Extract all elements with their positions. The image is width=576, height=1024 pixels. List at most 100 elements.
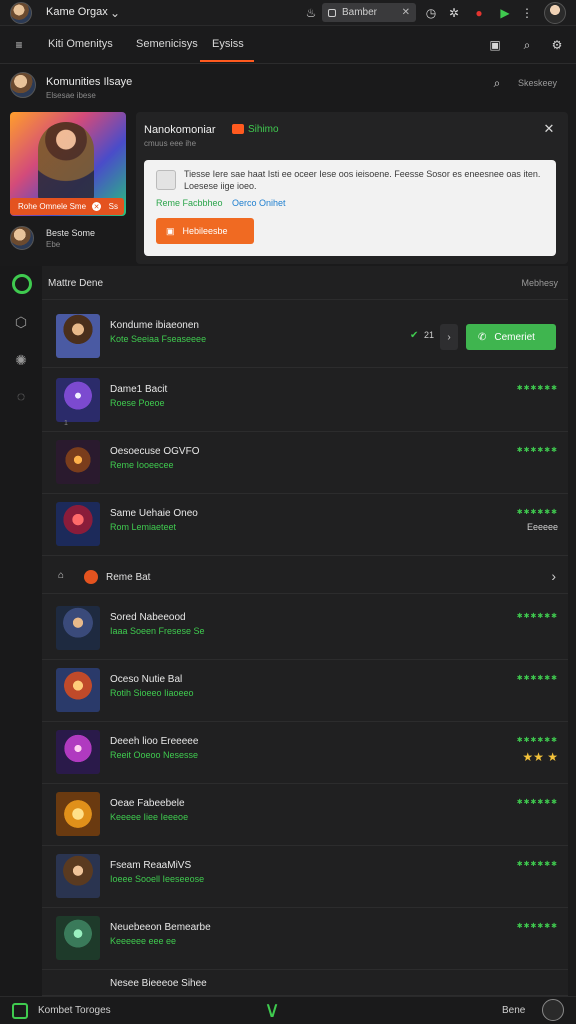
dialog-badge-icon <box>232 124 244 134</box>
list-item[interactable]: Nesee Bieeeoe Sihee <box>42 970 568 996</box>
search-icon[interactable]: ⌕ <box>488 74 506 92</box>
dialog-subtitle: cmuus eee ihe <box>144 139 197 148</box>
profile-avatar[interactable] <box>10 72 36 98</box>
chevron-right-icon[interactable]: › <box>551 568 556 584</box>
record-icon[interactable]: ● <box>470 4 488 22</box>
item-title: Sored Nabeeood <box>110 612 186 623</box>
dialog-link-right[interactable]: Oerco Onihet <box>232 198 286 208</box>
item-thumbnail <box>56 606 100 650</box>
cube-icon[interactable]: ⬡ <box>12 314 30 332</box>
camera-icon[interactable]: ▣ <box>486 36 504 54</box>
list-item[interactable]: Deeeh lioo Ereeeee Reeit Ooeoo Nesesse ✱… <box>42 722 568 784</box>
list-item[interactable]: Oesoecuse OGVFO Reme Iooeecee ✱✱✱✱✱✱ <box>42 432 568 494</box>
status-ring-icon[interactable] <box>12 274 32 294</box>
user-avatar[interactable] <box>544 2 566 24</box>
list-item[interactable]: Fseam ReaaMiVS Ioeee Sooell Ieeseeose ✱✱… <box>42 846 568 908</box>
dialog-quote: Tiesse Iere sae haat Isti ee oceer Iese … <box>156 168 546 200</box>
chevron-down-icon[interactable]: ∨ <box>264 997 280 1023</box>
dialog-quote-text: Tiesse Iere sae haat Isti ee oceer Iese … <box>184 169 541 191</box>
promo-button-label: Rohe Omnele Sme <box>18 202 87 211</box>
gold-stars: ★★ ★ <box>522 750 558 764</box>
search-icon[interactable]: ⌕ <box>518 36 536 54</box>
dialog-link-left[interactable]: Reme Facbbheo <box>156 198 223 208</box>
gear-icon[interactable]: ✲ <box>445 4 463 22</box>
footer-right-label[interactable]: Bene <box>502 1005 525 1016</box>
search-pill-icon <box>328 8 336 17</box>
list-item[interactable]: Kondume ibiaeonen Kote Seeiaa Fseaseeee … <box>42 306 568 368</box>
item-subtitle: Rom Lemiaeteet <box>110 522 177 532</box>
list-item[interactable]: Dame1 Bacit Roese Poeoe ✱✱✱✱✱✱ 1 <box>42 370 568 432</box>
side-user-avatar <box>10 226 34 250</box>
item-thumbnail <box>56 440 100 484</box>
list-item[interactable]: Same Uehaie Oneo Rom Lemiaeteet ✱✱✱✱✱✱ E… <box>42 494 568 556</box>
compass-icon[interactable]: ✺ <box>12 352 30 370</box>
promo-close-icon: ✕ <box>92 202 102 211</box>
connect-button[interactable]: ✆ Cemeriet <box>466 324 556 350</box>
list-item[interactable]: Oceso Nutie Bal Rotih Sioeeo Iiaoeeo ✱✱✱… <box>42 660 568 722</box>
tab-eysiss[interactable]: Eysiss <box>212 38 244 50</box>
rating-stars: ✱✱✱✱✱✱ <box>516 923 558 930</box>
dialog-content: Tiesse Iere sae haat Isti ee oceer Iese … <box>144 160 556 256</box>
close-icon[interactable]: ✕ <box>402 7 410 18</box>
chevron-down-icon[interactable]: ⌄ <box>106 4 124 22</box>
dialog-quote-icon <box>156 170 176 190</box>
top-bar: Kame Orgax ⌄ ♨ Bamber ✕ ◷ ✲ ● ▶ ⋮ <box>0 0 576 26</box>
promo-hero-image <box>38 122 94 202</box>
promo-button[interactable]: Rohe Omnele Sme ✕ Ss <box>10 198 124 215</box>
item-title: Dame1 Bacit <box>110 384 168 395</box>
rating-stars: ✱✱✱✱✱✱ <box>516 737 558 744</box>
list-item[interactable]: Sored Nabeeood Iaaa Soeen Fresese Se ✱✱✱… <box>42 598 568 660</box>
section1-right[interactable]: Mebhesy <box>521 278 558 288</box>
profile-subtitle: Elsesae ibese <box>46 91 96 100</box>
item-title: Kondume ibiaeonen <box>110 320 199 331</box>
stopwatch-icon[interactable]: ◷ <box>422 4 440 22</box>
account-name[interactable]: Kame Orgax <box>46 6 108 18</box>
side-user-name: Beste Some <box>46 228 96 238</box>
list-item[interactable]: Neuebeeon Bemearbe Keeeeee eee ee ✱✱✱✱✱✱ <box>42 908 568 970</box>
search-pill[interactable]: Bamber ✕ <box>322 3 416 22</box>
item-thumbnail <box>56 378 100 422</box>
rating-stars: ✱✱✱✱✱✱ <box>516 861 558 868</box>
list-item[interactable]: Oeae Fabeebele Keeeee Iiee Ieeeoe ✱✱✱✱✱✱ <box>42 784 568 846</box>
item-title: Oceso Nutie Bal <box>110 674 183 685</box>
section2-title: Reme Bat <box>106 572 151 583</box>
connect-button-label: Cemeriet <box>494 331 535 343</box>
gamepad-icon: ⌂ <box>58 570 65 581</box>
rating-stars: ✱✱✱✱✱✱ <box>516 447 558 454</box>
profile-right-label[interactable]: Skeskeey <box>518 78 557 88</box>
globe-icon[interactable]: ◌ <box>12 388 30 406</box>
account-avatar[interactable] <box>10 2 32 24</box>
side-user[interactable]: Beste Some Ebe <box>10 224 130 254</box>
dialog-close-icon[interactable]: ✕ <box>540 120 558 138</box>
next-icon[interactable]: › <box>440 324 458 350</box>
tab-kiti-omenitys[interactable]: Kiti Omenitys <box>48 38 113 50</box>
dialog-title: Nanokomoniar <box>144 124 216 136</box>
rating-stars: ✱✱✱✱✱✱ <box>516 385 558 392</box>
item-title: Nesee Bieeeoe Sihee <box>110 978 207 989</box>
check-icon: ✔ <box>410 330 419 341</box>
footer-app-icon[interactable] <box>12 1003 28 1019</box>
item-title: Deeeh lioo Ereeeee <box>110 736 199 747</box>
nav-bar: ≡ Kiti Omenitys Semenicisys Eysiss ▣ ⌕ ⚙ <box>0 26 576 64</box>
settings-icon[interactable]: ⚙ <box>548 36 566 54</box>
item-thumbnail <box>56 854 100 898</box>
profile-name: Komunities Ilsaye <box>46 76 133 88</box>
rating-stars: ✱✱✱✱✱✱ <box>516 613 558 620</box>
item-title: Oesoecuse OGVFO <box>110 446 200 457</box>
item-subtitle: Rotih Sioeeo Iiaoeeo <box>110 688 194 698</box>
tab-semenicisys[interactable]: Semenicisys <box>136 38 198 50</box>
item-title: Oeae Fabeebele <box>110 798 185 809</box>
footer-left-label[interactable]: Kombet Toroges <box>38 1005 111 1016</box>
play-icon[interactable]: ▶ <box>496 4 514 22</box>
menu-icon[interactable]: ≡ <box>10 36 28 54</box>
dialog-action-button[interactable]: ▣ Hebileesbe <box>156 218 254 244</box>
item-subtitle: Roese Poeoe <box>110 398 165 408</box>
flame-icon[interactable]: ♨ <box>302 4 320 22</box>
footer-avatar[interactable] <box>542 999 564 1021</box>
item-subtitle: Ioeee Sooell Ieeseeose <box>110 874 205 884</box>
item-thumbnail <box>56 502 100 546</box>
item-thumbnail <box>56 916 100 960</box>
item-subtitle: Keeeeee eee ee <box>110 936 177 946</box>
dialog-badge: Sihimo <box>248 124 279 135</box>
more-icon[interactable]: ⋮ <box>518 4 536 22</box>
